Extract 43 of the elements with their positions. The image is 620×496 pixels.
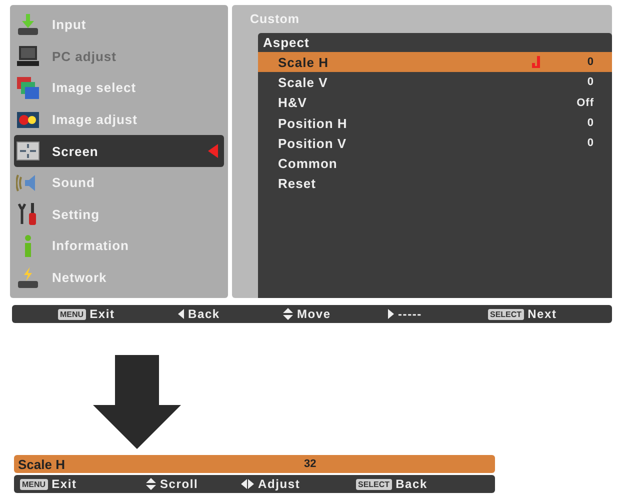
submenu-heading: Aspect	[262, 35, 310, 52]
submenu-item[interactable]: H&V Off	[258, 92, 612, 113]
item-value: 0	[587, 56, 594, 68]
submenu-item[interactable]: Reset	[258, 174, 612, 194]
up-down-arrows-icon	[146, 478, 156, 490]
stacked-pictures-icon	[16, 76, 40, 100]
submenu-item[interactable]: Position V 0	[258, 133, 612, 154]
adjust-label: Scale H	[18, 456, 66, 472]
right-arrow-icon	[388, 309, 394, 319]
hint-label: Back	[188, 307, 220, 321]
screen-resize-icon	[16, 139, 40, 164]
hint-label: Next	[528, 307, 557, 321]
hint-label: Exit	[90, 307, 115, 321]
download-tray-icon	[16, 12, 40, 37]
left-arrow-icon	[178, 309, 184, 319]
adjust-value: 32	[303, 458, 318, 470]
submenu-item[interactable]: Common	[258, 153, 612, 174]
info-icon	[25, 234, 31, 257]
remote-key-label: MENU	[20, 478, 48, 490]
hint-label: Move	[297, 307, 331, 321]
submenu-item[interactable]: Scale H 0	[258, 52, 612, 72]
hint-label: Adjust	[258, 477, 300, 491]
hint-label: -----	[398, 307, 422, 321]
remote-key-label: SELECT	[488, 308, 524, 320]
network-tray-icon	[16, 266, 40, 290]
pointer-triangle-icon	[208, 144, 218, 158]
menu-item[interactable]: Screen	[14, 135, 224, 167]
submenu-title: Custom	[250, 11, 301, 28]
hint-label: Exit	[52, 477, 77, 491]
submenu-item[interactable]: Scale V 0	[258, 72, 612, 93]
left-right-arrows-icon	[241, 479, 254, 489]
laptop-icon	[16, 44, 40, 68]
item-value: Off	[576, 96, 594, 109]
remote-key-label: SELECT	[356, 478, 392, 490]
up-down-arrows-icon	[283, 308, 293, 320]
remote-key-label: MENU	[58, 308, 86, 320]
submenu-item[interactable]: Position H 0	[258, 112, 612, 134]
hint-label: Scroll	[160, 477, 198, 491]
hint-label: Back	[396, 477, 428, 491]
item-value: 0	[587, 76, 594, 88]
item-value: 0	[587, 137, 594, 150]
down-arrow-icon	[93, 355, 181, 449]
item-value: 0	[587, 117, 594, 130]
